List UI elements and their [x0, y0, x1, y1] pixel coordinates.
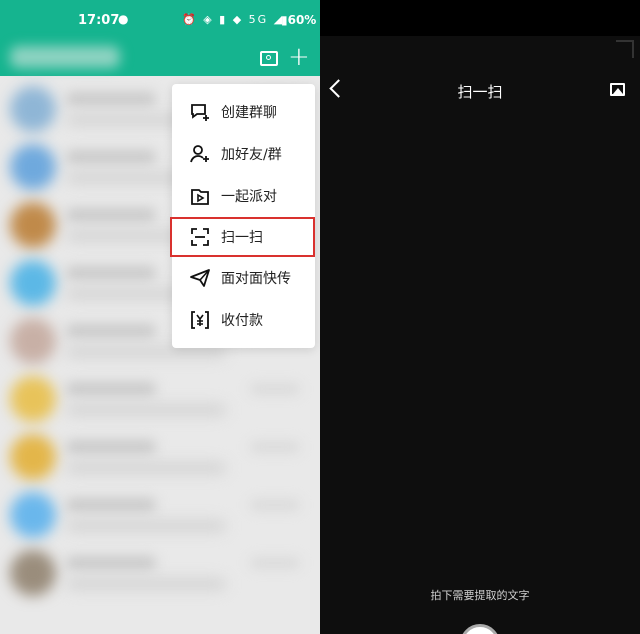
- add-friend-icon: [190, 145, 209, 163]
- avatar: [10, 260, 56, 306]
- blurred-chat-name: [66, 324, 156, 338]
- gallery-icon[interactable]: [610, 83, 625, 96]
- avatar: [10, 550, 56, 596]
- blurred-chat-name: [66, 150, 156, 164]
- qq-main-screen: 17:07 ● ⏰ ◈ ▮ ◆ 5G ◢ ▮60% + 创建群聊 加好友/群 一…: [0, 0, 320, 634]
- menu-item-label: 创建群聊: [221, 105, 277, 121]
- status-time: 17:07: [78, 13, 120, 28]
- shutter-button[interactable]: [460, 624, 500, 634]
- menu-item-party[interactable]: 一起派对: [172, 176, 315, 216]
- blurred-chat-preview: [66, 462, 226, 474]
- scanner-title: 扫一扫: [457, 83, 503, 101]
- blurred-chat-preview: [66, 578, 226, 590]
- blurred-chat-name: [66, 498, 156, 512]
- avatar: [10, 86, 56, 132]
- blurred-chat-name: [66, 266, 156, 280]
- screen-cast-icon[interactable]: [260, 51, 278, 66]
- chat-list-item[interactable]: [0, 542, 320, 600]
- menu-item-face-to-face[interactable]: 面对面快传: [172, 258, 315, 298]
- menu-item-label: 一起派对: [221, 189, 277, 205]
- scan-icon: [191, 228, 209, 246]
- menu-item-payment[interactable]: 收付款: [172, 300, 315, 340]
- plus-popup-menu: 创建群聊 加好友/群 一起派对 扫一扫 面对面快传 收付款: [170, 84, 315, 348]
- avatar: [10, 144, 56, 190]
- scanner-status-strip: [320, 0, 640, 36]
- status-icons: ⏰ ◈ ▮ ◆ 5G ◢: [182, 13, 285, 26]
- blurred-account-name: [10, 46, 120, 68]
- scan-frame-corner: [616, 40, 634, 58]
- blurred-chat-time: [250, 558, 300, 568]
- blurred-chat-name: [66, 440, 156, 454]
- new-group-chat-icon: [191, 104, 209, 121]
- avatar: [10, 434, 56, 480]
- blurred-chat-name: [66, 556, 156, 570]
- plus-icon[interactable]: +: [288, 44, 310, 70]
- scanner-hint: 拍下需要提取的文字: [430, 589, 530, 602]
- party-icon: [191, 189, 209, 205]
- blurred-chat-preview: [66, 404, 226, 416]
- status-bar: 17:07 ● ⏰ ◈ ▮ ◆ 5G ◢ ▮60%: [0, 0, 320, 42]
- blurred-chat-time: [250, 500, 300, 510]
- chat-bubble-icon: ●: [118, 12, 129, 26]
- menu-item-scan[interactable]: 扫一扫: [170, 217, 315, 257]
- blurred-chat-name: [66, 92, 156, 106]
- menu-item-label: 扫一扫: [221, 230, 263, 246]
- avatar: [10, 202, 56, 248]
- blurred-chat-time: [250, 442, 300, 452]
- app-header: +: [0, 42, 320, 76]
- blurred-chat-time: [250, 384, 300, 394]
- send-plane-icon: [190, 269, 210, 287]
- menu-item-add-friend[interactable]: 加好友/群: [172, 134, 315, 174]
- menu-item-label: 加好友/群: [221, 147, 282, 163]
- blurred-chat-preview: [66, 520, 226, 532]
- chat-list-item[interactable]: [0, 426, 320, 484]
- menu-item-label: 面对面快传: [221, 271, 291, 287]
- chat-list-item[interactable]: [0, 484, 320, 542]
- menu-item-create-group[interactable]: 创建群聊: [172, 92, 315, 132]
- menu-item-label: 收付款: [221, 313, 263, 329]
- blurred-chat-name: [66, 382, 156, 396]
- chat-list-item[interactable]: [0, 368, 320, 426]
- avatar: [10, 492, 56, 538]
- blurred-chat-name: [66, 208, 156, 222]
- avatar: [10, 376, 56, 422]
- battery-level: ▮60%: [281, 13, 317, 27]
- payment-icon: [191, 311, 209, 329]
- scanner-screen: 扫一扫 拍下需要提取的文字: [320, 0, 640, 634]
- avatar: [10, 318, 56, 364]
